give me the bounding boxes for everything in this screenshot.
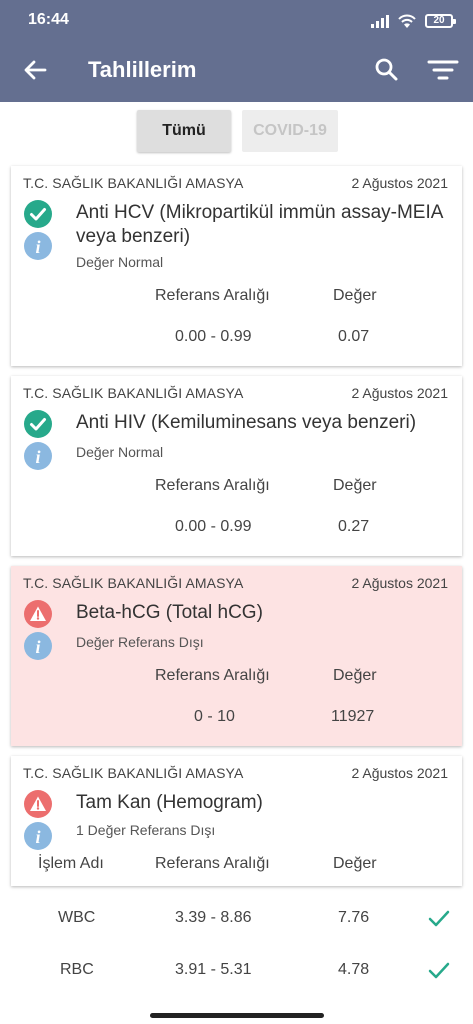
status-bar: 16:44 20 bbox=[0, 0, 473, 40]
gesture-nav-handle[interactable] bbox=[150, 1013, 324, 1018]
reference-range: 0.00 - 0.99 bbox=[175, 518, 252, 535]
reference-header: Referans Aralığı bbox=[155, 667, 270, 684]
status-text: Değer Normal bbox=[76, 444, 164, 460]
warning-icon bbox=[24, 790, 52, 818]
institution-name: T.C. SAĞLIK BAKANLIĞI AMASYA bbox=[23, 575, 244, 591]
check-icon bbox=[428, 910, 450, 927]
filter-tabs: Tümü COVID-19 bbox=[0, 110, 473, 154]
table-row[interactable]: RBC 3.91 - 5.31 4.78 bbox=[0, 942, 473, 1002]
svg-text:i: i bbox=[35, 637, 40, 657]
result-date: 2 Ağustos 2021 bbox=[351, 385, 448, 401]
result-date: 2 Ağustos 2021 bbox=[351, 175, 448, 191]
signal-icon bbox=[371, 14, 389, 28]
test-name: Beta-hCG (Total hCG) bbox=[76, 602, 263, 623]
reference-header: Referans Aralığı bbox=[155, 855, 270, 872]
value-header: Değer bbox=[333, 667, 377, 684]
status-text: 1 Değer Referans Dışı bbox=[76, 822, 216, 838]
institution-name: T.C. SAĞLIK BAKANLIĞI AMASYA bbox=[23, 175, 244, 191]
test-name: Tam Kan (Hemogram) bbox=[76, 792, 263, 813]
info-icon[interactable]: i bbox=[24, 442, 52, 470]
check-icon bbox=[428, 962, 450, 979]
tab-covid-19[interactable]: COVID-19 bbox=[242, 110, 338, 152]
battery-icon: 20 bbox=[425, 14, 456, 28]
reference-header: Referans Aralığı bbox=[155, 477, 270, 494]
result-value: 11927 bbox=[331, 708, 375, 725]
svg-text:i: i bbox=[35, 827, 40, 847]
info-icon[interactable]: i bbox=[24, 632, 52, 660]
row-value: 4.78 bbox=[338, 961, 370, 978]
test-name-header: İşlem Adı bbox=[38, 855, 104, 872]
status-text: Değer Referans Dışı bbox=[76, 634, 204, 650]
wifi-icon bbox=[398, 14, 416, 28]
filter-icon[interactable] bbox=[426, 55, 460, 85]
check-circle-icon bbox=[24, 410, 52, 438]
result-date: 2 Ağustos 2021 bbox=[351, 765, 448, 781]
result-card[interactable]: T.C. SAĞLIK BAKANLIĞI AMASYA 2 Ağustos 2… bbox=[11, 166, 462, 366]
warning-icon bbox=[24, 600, 52, 628]
result-date: 2 Ağustos 2021 bbox=[351, 575, 448, 591]
check-circle-icon bbox=[24, 200, 52, 228]
tab-all[interactable]: Tümü bbox=[137, 110, 231, 152]
row-reference-range: 3.91 - 5.31 bbox=[175, 961, 252, 978]
app-bar: Tahlillerim bbox=[0, 40, 473, 102]
reference-range: 0.00 - 0.99 bbox=[175, 328, 252, 345]
test-name: Anti HCV (Mikropartikül immün assay-MEIA… bbox=[76, 202, 443, 247]
institution-name: T.C. SAĞLIK BAKANLIĞI AMASYA bbox=[23, 765, 244, 781]
status-icons: 20 bbox=[371, 12, 456, 30]
row-reference-range: 3.39 - 8.86 bbox=[175, 909, 252, 926]
result-card[interactable]: T.C. SAĞLIK BAKANLIĞI AMASYA 2 Ağustos 2… bbox=[11, 566, 462, 746]
value-header: Değer bbox=[333, 855, 377, 872]
test-name: Anti HIV (Kemiluminesans veya benzeri) bbox=[76, 412, 417, 433]
row-test-name: WBC bbox=[58, 909, 96, 926]
info-icon[interactable]: i bbox=[24, 232, 52, 260]
status-time: 16:44 bbox=[28, 11, 69, 28]
arrow-left-icon[interactable] bbox=[20, 55, 50, 85]
search-icon[interactable] bbox=[372, 55, 402, 85]
reference-header: Referans Aralığı bbox=[155, 287, 270, 304]
reference-range: 0 - 10 bbox=[194, 708, 235, 725]
result-card[interactable]: T.C. SAĞLIK BAKANLIĞI AMASYA 2 Ağustos 2… bbox=[11, 756, 462, 886]
value-header: Değer bbox=[333, 287, 377, 304]
result-value: 0.07 bbox=[338, 328, 370, 345]
institution-name: T.C. SAĞLIK BAKANLIĞI AMASYA bbox=[23, 385, 244, 401]
svg-text:i: i bbox=[35, 447, 40, 467]
value-header: Değer bbox=[333, 477, 377, 494]
svg-text:i: i bbox=[35, 237, 40, 257]
status-text: Değer Normal bbox=[76, 254, 164, 270]
row-value: 7.76 bbox=[338, 909, 370, 926]
info-icon[interactable]: i bbox=[24, 822, 52, 850]
table-row[interactable]: WBC 3.39 - 8.86 7.76 bbox=[0, 890, 473, 950]
page-title: Tahlillerim bbox=[88, 57, 197, 82]
result-value: 0.27 bbox=[338, 518, 370, 535]
row-test-name: RBC bbox=[60, 961, 94, 978]
result-card[interactable]: T.C. SAĞLIK BAKANLIĞI AMASYA 2 Ağustos 2… bbox=[11, 376, 462, 556]
